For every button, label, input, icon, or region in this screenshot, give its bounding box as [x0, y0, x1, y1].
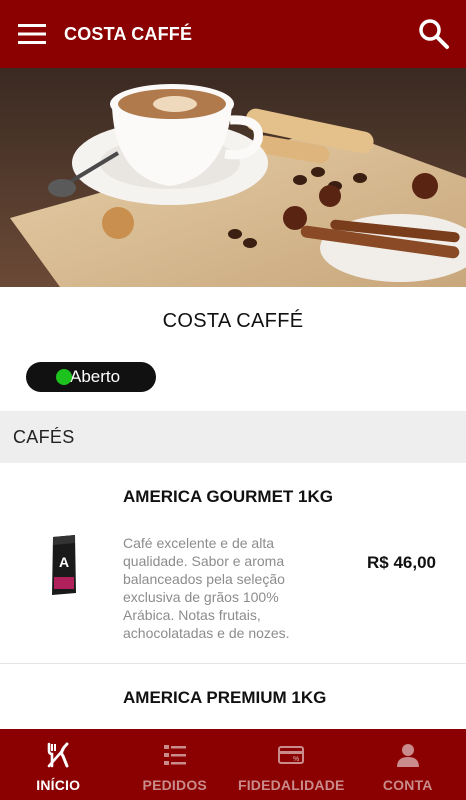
status-badge: Aberto — [26, 362, 156, 392]
svg-text:A: A — [59, 554, 69, 570]
nav-conta[interactable]: CONTA — [350, 729, 466, 800]
bottom-navigation: INÍCIO PEDIDOS % FIDEDALIDADE CONTA — [0, 729, 466, 800]
search-icon — [419, 19, 449, 49]
app-title: COSTA CAFFÉ — [64, 23, 193, 44]
nav-pedidos[interactable]: PEDIDOS — [117, 729, 234, 800]
status-label: Aberto — [70, 367, 121, 386]
nav-label: FIDEDALIDADE — [237, 777, 345, 793]
app-bar: COSTA CAFFÉ — [0, 0, 466, 68]
hamburger-menu-icon — [18, 24, 46, 44]
user-icon — [396, 744, 419, 767]
store-name: COSTA CAFFÉ — [162, 310, 304, 332]
nav-label: PEDIDOS — [142, 777, 207, 793]
loyalty-card-icon: % — [278, 746, 305, 764]
product-price: R$ 46,00 — [367, 553, 436, 572]
product-name: AMERICA GOURMET 1KG — [123, 487, 333, 506]
product-item[interactable]: A AMERICA GOURMET 1KG Café excelente e d… — [0, 463, 466, 664]
nav-label: INÍCIO — [36, 777, 81, 793]
search-button[interactable] — [416, 16, 452, 52]
status-dot-icon — [56, 369, 72, 385]
nav-inicio[interactable]: INÍCIO — [0, 729, 117, 800]
category-header: CAFÉS — [0, 411, 466, 463]
product-image: A — [50, 533, 78, 602]
nav-label: CONTA — [382, 777, 433, 793]
product-name: AMERICA PREMIUM 1KG — [123, 688, 327, 707]
store-banner-image — [0, 68, 466, 287]
fork-knife-icon — [47, 742, 69, 768]
order-list-icon — [163, 745, 186, 765]
menu-button[interactable] — [0, 0, 64, 68]
product-description: Café excelente e de alta qualidade. Sabo… — [123, 535, 290, 641]
svg-text:%: % — [293, 756, 300, 763]
nav-fidelidade[interactable]: % FIDEDALIDADE — [233, 729, 350, 800]
